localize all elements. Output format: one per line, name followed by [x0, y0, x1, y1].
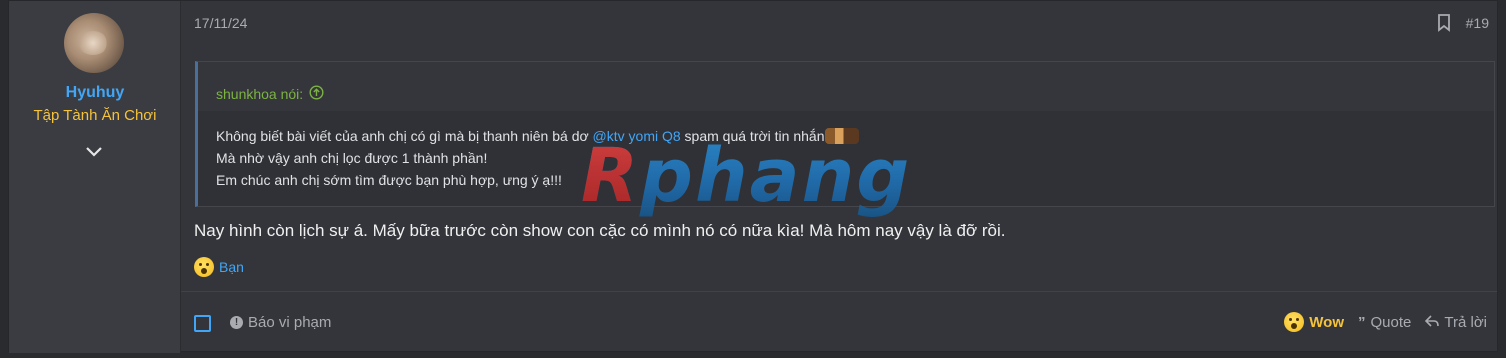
reply-label: Trả lời — [1444, 313, 1487, 331]
user-sidebar: Hyuhuy Tập Tành Ăn Chơi — [9, 1, 181, 353]
watermark-text: phang — [639, 133, 912, 219]
post-footer: ! Báo vi phạm Wow ” Quote Trả lời — [181, 291, 1497, 353]
post-actions: Wow ” Quote Trả lời — [1284, 312, 1487, 332]
quote-author[interactable]: shunkhoa nói: — [216, 86, 303, 102]
reaction-summary[interactable]: Bạn — [194, 257, 244, 277]
avatar[interactable] — [64, 13, 124, 73]
select-checkbox[interactable] — [194, 315, 211, 332]
reaction-user[interactable]: Bạn — [219, 259, 244, 275]
forum-post: Hyuhuy Tập Tành Ăn Chơi 17/11/24 #19 shu… — [8, 0, 1498, 353]
quote-button[interactable]: ” Quote — [1358, 314, 1411, 331]
post-main: 17/11/24 #19 shunkhoa nói: Không biết bà… — [181, 1, 1497, 353]
quote-header[interactable]: shunkhoa nói: — [198, 62, 1494, 111]
arrow-up-circle-icon[interactable] — [309, 85, 324, 103]
reply-icon — [1425, 314, 1440, 331]
post-date[interactable]: 17/11/24 — [194, 15, 247, 31]
alert-icon: ! — [230, 316, 243, 329]
chevron-down-icon[interactable] — [83, 142, 105, 162]
user-title: Tập Tành Ăn Chơi — [33, 107, 157, 124]
wow-reaction-button[interactable]: Wow — [1284, 312, 1344, 332]
reply-button[interactable]: Trả lời — [1425, 314, 1487, 331]
wow-emoji-icon — [1284, 312, 1305, 332]
quote-label: Quote — [1370, 313, 1412, 331]
wow-emoji-icon — [194, 257, 214, 277]
bookmark-icon[interactable] — [1437, 14, 1451, 32]
report-link[interactable]: ! Báo vi phạm — [230, 314, 331, 331]
post-number[interactable]: #19 — [1466, 15, 1489, 31]
report-label: Báo vi phạm — [248, 314, 332, 331]
username[interactable]: Hyuhuy — [9, 84, 181, 102]
quote-icon: ” — [1358, 313, 1366, 331]
post-message: Nay hình còn lịch sự á. Mấy bữa trước cò… — [194, 221, 1006, 240]
watermark-letter: R — [581, 133, 640, 219]
site-watermark: Rphang — [581, 133, 911, 219]
wow-label: Wow — [1309, 313, 1344, 331]
quote-text: Không biết bài viết của anh chị có gì mà… — [216, 128, 593, 144]
